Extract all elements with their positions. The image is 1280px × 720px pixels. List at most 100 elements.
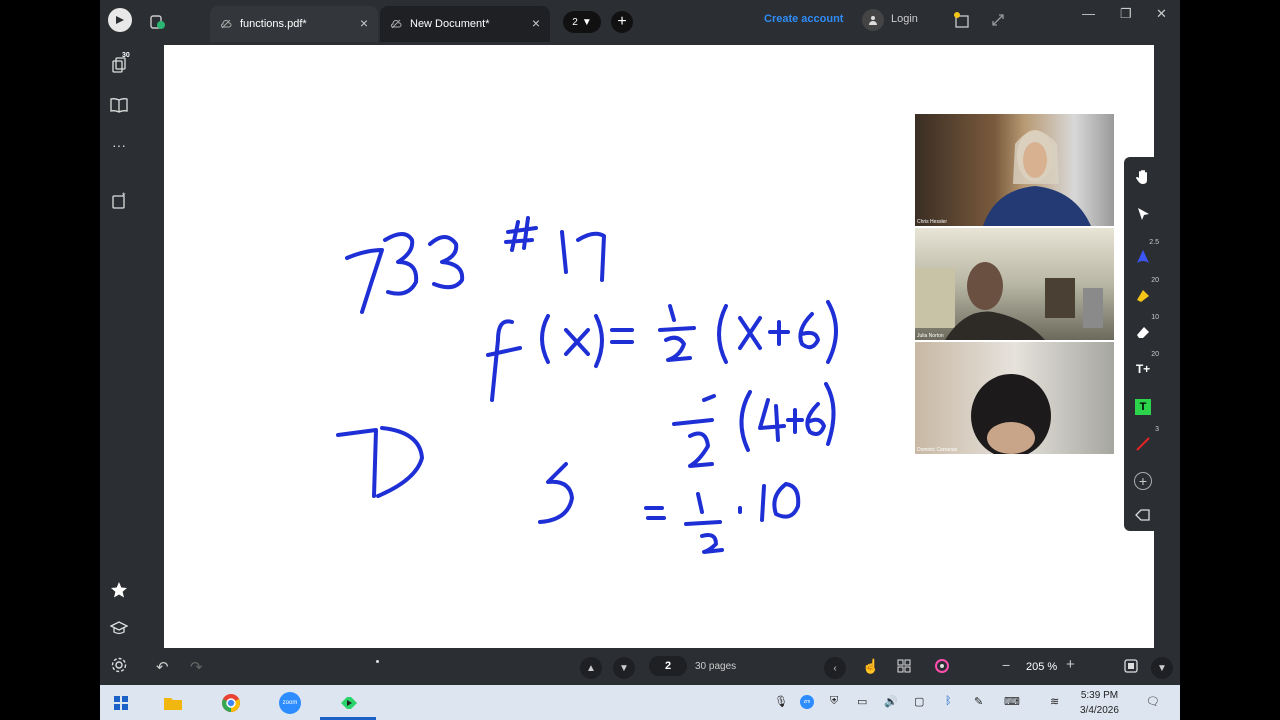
next-page-button[interactable]: ▼	[613, 657, 635, 679]
windows-start-icon[interactable]	[108, 690, 134, 716]
tab-count-dropdown[interactable]: 2 ▼	[563, 11, 601, 33]
user-icon[interactable]	[862, 9, 884, 31]
participant-name: Julia Norton	[917, 333, 944, 339]
participant-name: Chris Hessler	[917, 219, 948, 225]
textbox-icon[interactable]: T	[1131, 395, 1155, 419]
ink-stroke	[428, 235, 465, 290]
chrome-icon[interactable]	[218, 690, 244, 716]
new-tab-button[interactable]: +	[611, 11, 633, 33]
ink-stroke	[696, 492, 704, 514]
pen-tool-icon[interactable]	[1131, 245, 1155, 269]
wifi-icon[interactable]: ≋	[1050, 695, 1059, 708]
eraser-size: 10	[1151, 314, 1159, 321]
add-tool-icon[interactable]: +	[1131, 469, 1155, 493]
video-tile[interactable]: Julia Norton	[915, 228, 1114, 340]
undo-icon[interactable]: ↶	[156, 658, 169, 676]
display-icon[interactable]: ▢	[914, 695, 924, 708]
collapse-left-button[interactable]: ‹	[824, 657, 846, 679]
battery-icon[interactable]: ▭	[857, 695, 867, 708]
ink-stroke	[826, 300, 838, 364]
grid-view-icon[interactable]	[896, 658, 912, 679]
close-tab-icon[interactable]: ×	[360, 16, 368, 30]
ink-stroke	[684, 520, 722, 526]
zoom-app-label: zoom	[279, 692, 301, 714]
clock-date: 3/4/2026	[1080, 705, 1119, 716]
book-icon[interactable]	[108, 94, 130, 116]
ink-stroke	[564, 328, 590, 356]
line-tool-icon[interactable]	[1131, 432, 1155, 456]
ink-stroke	[758, 398, 786, 442]
ink-stroke	[786, 408, 804, 434]
eraser-shape-icon[interactable]	[1131, 503, 1155, 527]
expand-icon[interactable]	[990, 12, 1006, 28]
notifications-icon[interactable]: 🗨	[1146, 695, 1160, 708]
clipboard-icon[interactable]: *	[108, 190, 130, 212]
ink-stroke	[538, 462, 574, 524]
ink-stroke	[504, 216, 538, 252]
create-account-link[interactable]: Create account	[764, 13, 843, 25]
tab-new-document[interactable]: New Document* ×	[380, 6, 550, 42]
highlighter-icon[interactable]	[1131, 283, 1155, 307]
hand-tool-icon[interactable]	[1131, 165, 1155, 189]
ink-stroke	[700, 533, 724, 554]
zoom-tray-icon[interactable]: zm	[800, 695, 814, 709]
ink-stroke	[768, 320, 790, 346]
eraser-icon[interactable]	[1131, 320, 1155, 344]
login-link[interactable]: Login	[891, 13, 918, 25]
bottom-bar: ↶ ↷ ▲ ▼ 2 30 pages ‹ ☝ − 205 % + ▼	[138, 648, 1180, 685]
title-bar: functions.pdf* × New Document* × 2 ▼ + C…	[100, 0, 1180, 42]
close-window-icon[interactable]: ✕	[1156, 6, 1167, 22]
more-options-icon[interactable]: ···	[108, 134, 130, 156]
app-window: functions.pdf* × New Document* × 2 ▼ + C…	[100, 0, 1180, 685]
chevron-down-icon: ▼	[581, 16, 592, 28]
person-silhouette	[915, 262, 1103, 340]
app-logo-icon[interactable]	[108, 8, 132, 32]
microphone-icon[interactable]: 🎙	[774, 695, 788, 708]
ink-stroke	[772, 482, 801, 519]
settings-gear-icon[interactable]	[108, 654, 130, 676]
cloud-sync-icon[interactable]	[148, 12, 166, 30]
video-tile[interactable]: Chris Hessler	[915, 114, 1114, 226]
text-tool-icon[interactable]: T+	[1131, 357, 1155, 381]
ink-stroke	[658, 326, 696, 332]
minimize-icon[interactable]: —	[1082, 6, 1095, 21]
pen-icon[interactable]: ✎	[974, 695, 983, 708]
gesture-icon[interactable]: ☝	[862, 658, 879, 675]
more-bottom-button[interactable]: ▼	[1151, 657, 1173, 679]
pages-count-badge: 30	[122, 52, 130, 59]
tab-functions-pdf[interactable]: functions.pdf* ×	[210, 6, 378, 42]
select-arrow-icon[interactable]	[1131, 202, 1155, 226]
fit-page-icon[interactable]	[1124, 659, 1138, 678]
restore-icon[interactable]: ❐	[1120, 6, 1132, 22]
star-icon[interactable]	[108, 579, 130, 601]
clock[interactable]: 5:39 PM 3/4/2026	[1080, 688, 1119, 718]
zoom-in-icon[interactable]: +	[1066, 656, 1075, 673]
zoom-app-icon[interactable]: zoom	[277, 690, 303, 716]
keyboard-icon[interactable]: ⌨	[1004, 695, 1020, 708]
close-tab-icon[interactable]: ×	[532, 16, 540, 30]
previous-page-button[interactable]: ▲	[580, 657, 602, 679]
redo-icon[interactable]: ↷	[190, 658, 203, 676]
graduation-cap-icon[interactable]	[108, 617, 130, 639]
participant-name: Dominic Carranza	[917, 447, 958, 453]
zoom-out-icon[interactable]: −	[1002, 657, 1010, 673]
file-explorer-icon[interactable]	[160, 690, 186, 716]
ink-stroke	[576, 231, 606, 282]
line-size: 3	[1155, 426, 1159, 433]
volume-icon[interactable]: 🔊	[884, 695, 898, 708]
windows-taskbar: zoom 🎙 zm ⛨ ▭ 🔊 ▢ ᛒ ✎ ⌨ ≋ 5:39 PM 3/4/20…	[100, 685, 1180, 720]
ink-stroke	[805, 402, 826, 436]
whiteboard-app-icon[interactable]	[336, 690, 362, 716]
shield-icon[interactable]: ⛨	[830, 695, 838, 708]
notification-icon[interactable]	[952, 10, 972, 30]
cloud-icon	[391, 19, 402, 29]
palette-icon[interactable]	[934, 658, 950, 679]
video-tile[interactable]: Dominic Carranza	[915, 342, 1114, 454]
video-call-panel: Chris Hessler Julia Norton Dominic Carra…	[915, 114, 1114, 454]
bluetooth-icon[interactable]: ᛒ	[945, 695, 952, 707]
zoom-level[interactable]: 205 %	[1026, 661, 1057, 673]
ink-stroke	[798, 312, 820, 350]
ink-stroke	[490, 319, 514, 402]
text-size: 20	[1151, 351, 1159, 358]
page-number-input[interactable]: 2	[649, 656, 687, 676]
